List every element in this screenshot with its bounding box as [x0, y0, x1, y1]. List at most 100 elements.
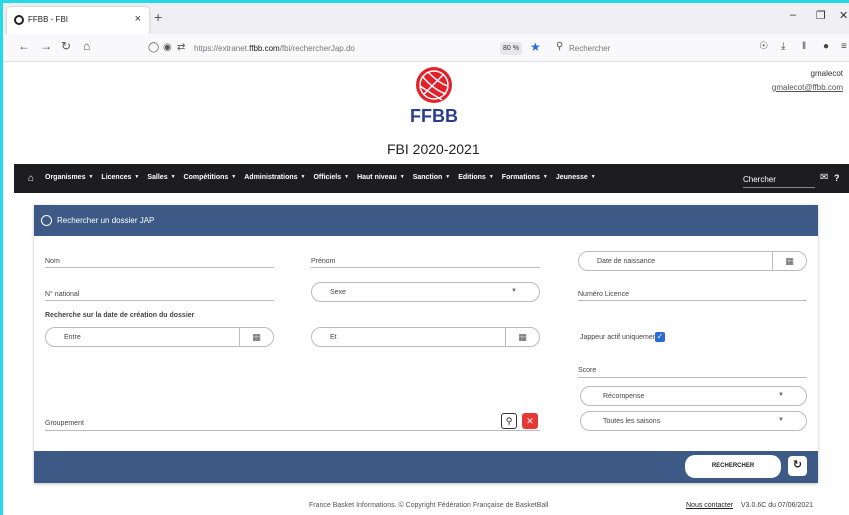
- numero-licence-label: Numéro Licence: [578, 291, 629, 298]
- caret-down-icon: ▼: [590, 174, 596, 180]
- reload-icon[interactable]: ↻: [61, 39, 71, 53]
- entre-date-field[interactable]: Entre ▦: [45, 327, 274, 347]
- score-input[interactable]: [578, 377, 807, 378]
- page-title: FBI 2020-2021: [387, 141, 480, 157]
- groupement-search-button[interactable]: ⚲: [501, 413, 517, 429]
- search-icon: ⚲: [556, 41, 564, 52]
- numero-national-label: N° national: [45, 291, 80, 298]
- version-text: V3.0.6C du 07/06/2021: [741, 502, 814, 509]
- date-naissance-field[interactable]: Date de naissance ▦: [578, 251, 807, 271]
- home-icon[interactable]: ⌂: [83, 39, 90, 53]
- browser-search-box[interactable]: ⚲ Rechercher: [551, 38, 707, 58]
- menu-item-9[interactable]: Formations ▼: [502, 174, 548, 181]
- calendar-icon[interactable]: ▦: [505, 328, 539, 346]
- home-icon[interactable]: ⌂: [28, 173, 34, 184]
- calendar-icon[interactable]: ▦: [239, 328, 273, 346]
- score-label: Score: [578, 367, 597, 374]
- menu-item-4[interactable]: Administrations ▼: [244, 174, 305, 181]
- refresh-icon[interactable]: ↻: [788, 456, 807, 476]
- menu-item-6[interactable]: Haut niveau ▼: [357, 174, 405, 181]
- library-icon[interactable]: ‖: [802, 41, 806, 52]
- menu-item-label: Formations: [501, 174, 540, 181]
- user-info: gmalecot gmalecot@ffbb.com: [772, 67, 843, 95]
- basketball-icon: [41, 215, 52, 226]
- search-panel: Rechercher un dossier JAP Nom Prénom Dat…: [34, 205, 818, 483]
- menu-item-label: Compétitions: [183, 174, 229, 181]
- menu-item-label: Jeunesse: [555, 174, 588, 181]
- saisons-label: Toutes les saisons: [603, 418, 661, 425]
- menu-icon[interactable]: ≡: [841, 41, 847, 52]
- menu-item-label: Administrations: [244, 174, 298, 181]
- menu-item-10[interactable]: Jeunesse ▼: [556, 174, 596, 181]
- help-button[interactable]: ?: [834, 173, 840, 183]
- panel-footer: RECHERCHER ↻: [34, 451, 818, 483]
- prenom-input[interactable]: [311, 267, 540, 268]
- menu-item-2[interactable]: Salles ▼: [147, 174, 175, 181]
- menu-item-label: Editions: [458, 174, 486, 181]
- download-icon[interactable]: ⤓: [781, 41, 785, 52]
- tab-close-button[interactable]: ×: [135, 13, 141, 25]
- nom-input[interactable]: [45, 267, 274, 268]
- groupement-input[interactable]: [45, 430, 540, 431]
- tab-bar: FFBB - FBI × + – ❐ ✕: [3, 3, 849, 34]
- menu-item-1[interactable]: Licences ▼: [101, 174, 139, 181]
- menu-item-label: Sanction: [412, 174, 443, 181]
- user-email-link[interactable]: gmalecot@ffbb.com: [772, 81, 843, 95]
- ffbb-logo[interactable]: FFBB: [410, 64, 458, 134]
- panel-title: Rechercher un dossier JAP: [57, 216, 155, 225]
- main-menu: ⌂ Organismes ▼ Licences ▼ Salles ▼ Compétition…: [14, 164, 849, 193]
- menu-item-0[interactable]: Organismes ▼: [45, 174, 93, 181]
- basketball-favicon-icon: [14, 15, 24, 25]
- rechercher-button[interactable]: RECHERCHER: [685, 455, 781, 478]
- date-creation-title: Recherche sur la date de création du dos…: [45, 312, 195, 319]
- menu-item-8[interactable]: Editions ▼: [458, 174, 494, 181]
- url-text: https://extranet.ffbb.com/fbi/rechercher…: [194, 44, 355, 53]
- menu-item-label: Licences: [101, 174, 132, 181]
- logo-text: FFBB: [410, 106, 458, 126]
- permissions-icon: ⇄: [177, 42, 186, 53]
- caret-down-icon: ▼: [134, 174, 140, 180]
- sexe-label: Sexe: [330, 289, 346, 296]
- menu-item-3[interactable]: Compétitions ▼: [184, 174, 237, 181]
- lock-icon: ◉: [163, 42, 172, 53]
- menu-item-5[interactable]: Officiels ▼: [313, 174, 349, 181]
- groupement-clear-button[interactable]: ✕: [522, 413, 538, 429]
- numero-national-input[interactable]: [45, 300, 274, 301]
- et-label: Et: [330, 334, 337, 341]
- sexe-select[interactable]: Sexe ▼: [311, 282, 540, 302]
- tab-title: FFBB - FBI: [28, 15, 68, 24]
- zoom-level[interactable]: 80 %: [500, 42, 522, 55]
- bookmark-star-icon[interactable]: ★: [530, 40, 541, 54]
- menu-item-label: Officiels: [313, 174, 342, 181]
- minimize-icon[interactable]: –: [790, 9, 796, 21]
- restore-icon[interactable]: ❐: [816, 9, 826, 22]
- new-tab-button[interactable]: +: [154, 9, 162, 25]
- caret-down-icon: ▼: [542, 174, 548, 180]
- url-bar[interactable]: ◯ ◉ ⇄ https://extranet.ffbb.com/fbi/rech…: [144, 38, 548, 58]
- pocket-icon[interactable]: ☉: [759, 41, 768, 52]
- recompense-select[interactable]: Récompense ▼: [580, 386, 807, 406]
- window-close-icon[interactable]: ✕: [839, 9, 848, 22]
- contact-link[interactable]: Nous contacter: [686, 502, 733, 509]
- browser-tab[interactable]: FFBB - FBI ×: [7, 7, 149, 34]
- menu-item-label: Organismes: [45, 174, 86, 181]
- menu-item-label: Haut niveau: [357, 174, 397, 181]
- groupement-label: Groupement: [45, 420, 84, 427]
- jappeur-checkbox[interactable]: ✓: [655, 332, 665, 342]
- et-date-field[interactable]: Et ▦: [311, 327, 540, 347]
- caret-down-icon: ▼: [445, 174, 451, 180]
- forward-arrow-icon[interactable]: →: [40, 39, 52, 53]
- caret-down-icon: ▼: [488, 174, 494, 180]
- back-arrow-icon[interactable]: ←: [18, 39, 30, 53]
- user-login: gmalecot: [810, 69, 843, 78]
- chevron-down-icon: ▼: [511, 288, 517, 294]
- browser-search-placeholder: Rechercher: [569, 44, 611, 53]
- calendar-icon[interactable]: ▦: [772, 252, 806, 270]
- account-icon[interactable]: ●: [823, 41, 829, 52]
- menu-item-7[interactable]: Sanction ▼: [413, 174, 451, 181]
- mail-icon[interactable]: ✉: [820, 172, 828, 183]
- saisons-select[interactable]: Toutes les saisons ▼: [580, 411, 807, 431]
- numero-licence-input[interactable]: [578, 300, 807, 301]
- caret-down-icon: ▼: [399, 174, 405, 180]
- menu-search-input[interactable]: Chercher: [743, 175, 815, 188]
